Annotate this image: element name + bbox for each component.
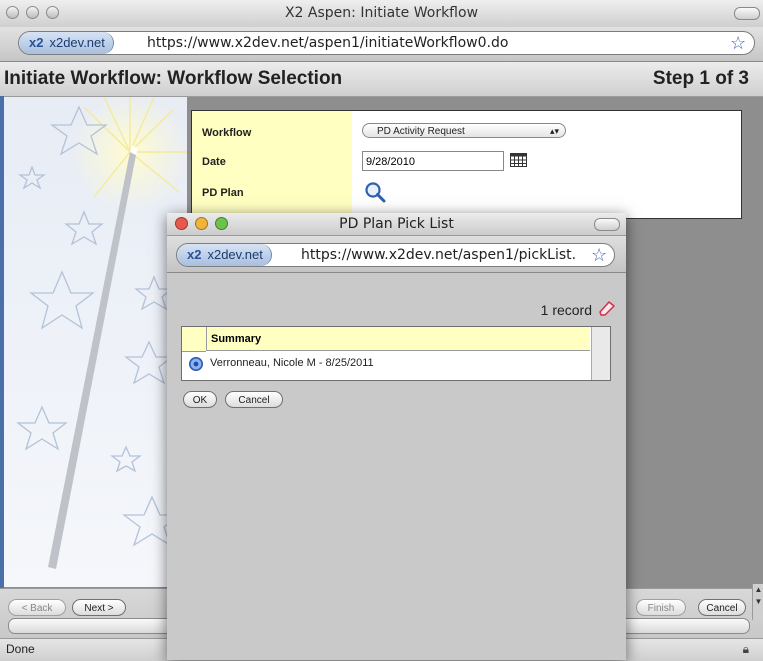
wizard-illustration <box>4 97 187 587</box>
popup-bookmark-star-icon[interactable]: ☆ <box>591 245 607 265</box>
back-button[interactable]: < Back <box>8 599 66 616</box>
table-corner-cell <box>182 327 206 352</box>
calendar-icon[interactable] <box>510 153 527 167</box>
site-badge: x2 <box>29 35 44 50</box>
workflow-select-value: PD Activity Request <box>377 126 465 137</box>
popup-address-bar[interactable]: x2 x2dev.net https://www.x2dev.net/aspen1… <box>176 243 615 267</box>
url-text[interactable]: https://www.x2dev.net/aspen1/initiateWor… <box>147 32 508 54</box>
popup-title: PD Plan Pick List <box>339 216 454 232</box>
popup-address-row: x2 x2dev.net https://www.x2dev.net/aspen1… <box>167 236 626 273</box>
popup-site-name: x2dev.net <box>207 247 263 262</box>
address-bar-row: x2 x2dev.net https://www.x2dev.net/aspen1… <box>0 27 763 62</box>
date-input[interactable]: 9/28/2010 <box>362 151 504 171</box>
ok-button[interactable]: OK <box>183 391 217 408</box>
finish-button[interactable]: Finish <box>636 599 686 616</box>
toolbar-toggle-button[interactable] <box>734 7 760 20</box>
cancel-button[interactable]: Cancel <box>698 599 746 616</box>
workflow-form: Workflow Date PD Plan PD Activity Reques… <box>191 110 742 219</box>
date-label: Date <box>202 156 226 168</box>
step-indicator: Step 1 of 3 <box>652 68 749 89</box>
popup-cancel-button[interactable]: Cancel <box>225 391 283 408</box>
popup-site-badge: x2 <box>187 247 202 262</box>
page-title: Initiate Workflow: Workflow Selection <box>4 68 343 89</box>
popup-url-text[interactable]: https://www.x2dev.net/aspen1/pickList. <box>301 244 591 266</box>
site-identity[interactable]: x2 x2dev.net <box>19 32 114 54</box>
magic-wand-stars-icon <box>16 97 187 569</box>
workflow-select[interactable]: PD Activity Request ▴▾ <box>362 123 566 138</box>
search-magnifier-icon[interactable] <box>364 181 386 203</box>
table-row-summary[interactable]: Verronneau, Nicole M - 8/25/2011 <box>210 354 374 372</box>
next-button[interactable]: Next > <box>72 599 126 616</box>
lock-icon: 🔒︎ <box>742 642 749 656</box>
summary-column-header[interactable]: Summary <box>206 327 590 351</box>
record-count: 1 record <box>540 302 592 318</box>
window-title: X2 Aspen: Initiate Workflow <box>284 5 479 21</box>
vertical-scrollbar[interactable]: ▲ ▼ <box>752 584 763 620</box>
pick-list-window: PD Plan Pick List x2 x2dev.net https://ww… <box>167 213 626 660</box>
main-titlebar: X2 Aspen: Initiate Workflow <box>0 0 763 28</box>
updown-arrows-icon: ▴▾ <box>549 126 559 136</box>
pick-list-table: Summary Verronneau, Nicole M - 8/25/2011 <box>181 326 611 381</box>
table-scrollbar[interactable] <box>591 327 610 380</box>
popup-toolbar-toggle-button[interactable] <box>594 218 620 231</box>
bookmark-star-icon[interactable]: ☆ <box>730 33 746 53</box>
row-select-radio[interactable] <box>189 357 203 371</box>
popup-titlebar: PD Plan Pick List <box>167 213 626 236</box>
pd-plan-label: PD Plan <box>202 187 244 199</box>
page-header: Initiate Workflow: Workflow Selection St… <box>0 62 763 97</box>
address-bar[interactable]: x2 x2dev.net https://www.x2dev.net/aspen1… <box>18 31 755 55</box>
status-text: Done <box>6 642 35 656</box>
site-name: x2dev.net <box>49 35 105 50</box>
eraser-icon[interactable] <box>598 300 616 316</box>
workflow-label: Workflow <box>202 127 252 139</box>
popup-body: 1 record Summary Verronneau, Nicole M - … <box>167 273 626 660</box>
popup-site-identity[interactable]: x2 x2dev.net <box>177 244 272 266</box>
